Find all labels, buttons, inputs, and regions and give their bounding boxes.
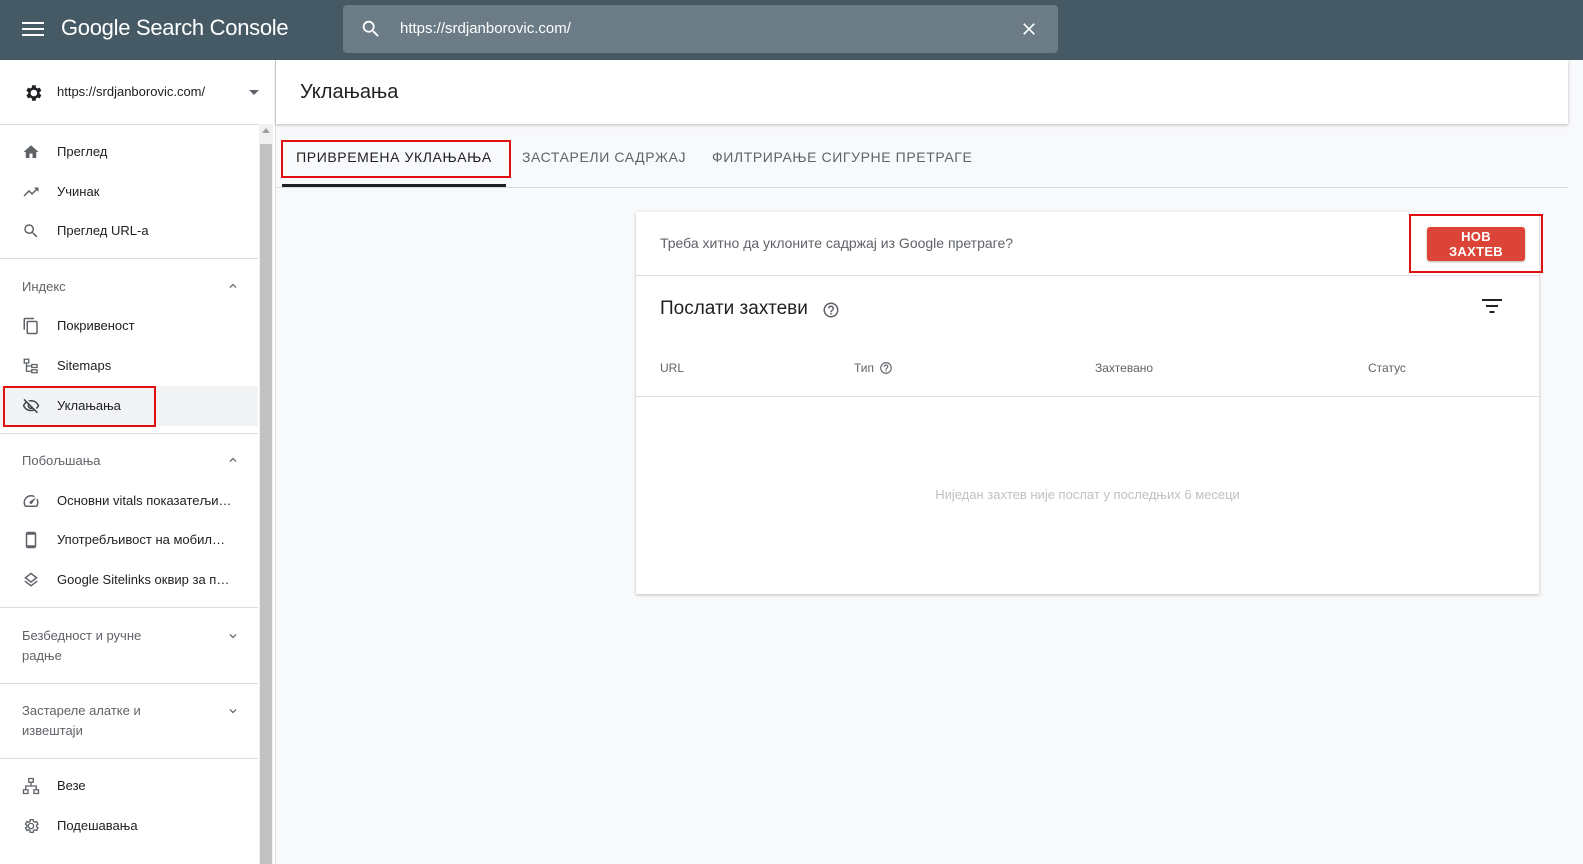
page-header: Уклањања xyxy=(276,60,1568,124)
tab-temporary-removals[interactable]: ПРИВРЕМЕНА УКЛАЊАЊА xyxy=(282,125,506,187)
layers-icon xyxy=(24,572,38,587)
chevron-up-icon xyxy=(229,283,237,288)
column-header-status[interactable]: Статус xyxy=(1368,361,1406,375)
sidebar-item-label: Употребљивост на мобилн… xyxy=(57,532,232,547)
section-legacy-tools[interactable]: Застареле алатке и извештаји xyxy=(0,701,258,741)
sidebar-item-overview[interactable]: Преглед xyxy=(0,132,258,172)
sidebar-item-label: Google Sitelinks оквир за п… xyxy=(57,572,230,587)
column-header-label: Тип xyxy=(854,361,875,375)
sidebar-item-removals[interactable]: Уклањања xyxy=(0,386,258,426)
new-request-button[interactable]: НОВ ЗАХТЕВ xyxy=(1427,227,1525,261)
speed-icon xyxy=(23,495,39,507)
submitted-requests-title: Послати захтеви xyxy=(660,298,808,319)
sidebar-item-label: Подешавања xyxy=(57,818,138,833)
copy-icon xyxy=(23,317,38,335)
sidebar-item-settings[interactable]: Подешавања xyxy=(0,806,258,846)
trending-up-icon xyxy=(23,187,39,197)
app-logo[interactable]: Google Search Console xyxy=(61,15,289,41)
help-icon[interactable] xyxy=(822,301,840,319)
section-enhancements[interactable]: Побољшања xyxy=(0,451,258,471)
column-header-url[interactable]: URL xyxy=(660,361,684,375)
close-icon[interactable] xyxy=(1019,19,1039,39)
column-header-type[interactable]: Тип xyxy=(854,361,893,375)
caret-down-icon xyxy=(249,90,259,95)
eye-off-icon xyxy=(22,398,40,414)
help-icon[interactable] xyxy=(879,361,893,375)
empty-state-message: Ниједан захтев није послат у последњих 6… xyxy=(935,487,1240,502)
property-gear-icon xyxy=(26,85,42,101)
search-icon xyxy=(24,224,38,238)
section-security[interactable]: Безбедност и ручне радње xyxy=(0,626,258,666)
sidebar: https://srdjanborovic.com/ Преглед Учина… xyxy=(0,60,276,864)
chevron-up-icon xyxy=(229,457,237,462)
sidebar-scrollbar[interactable] xyxy=(259,124,273,864)
scroll-up-arrow-icon[interactable] xyxy=(262,128,270,133)
tab-safesearch-filtering[interactable]: ФИЛТРИРАЊЕ СИГУРНЕ ПРЕТРАГЕ xyxy=(712,125,972,187)
sidebar-item-sitemaps[interactable]: Sitemaps xyxy=(0,346,258,386)
tab-active-indicator xyxy=(282,184,506,187)
sitemap-icon xyxy=(23,358,38,374)
sidebar-item-label: Уклањања xyxy=(57,398,121,413)
urgent-removal-prompt: Треба хитно да уклоните садржај из Googl… xyxy=(660,235,1014,251)
sidebar-item-coverage[interactable]: Покривеност xyxy=(0,306,258,346)
sidebar-divider xyxy=(0,607,258,608)
settings-icon xyxy=(24,818,39,834)
tab-bar: ПРИВРЕМЕНА УКЛАЊАЊА ЗАСТАРЕЛИ САДРЖАЈ ФИ… xyxy=(276,125,1568,188)
sidebar-item-label: Покривеност xyxy=(57,318,135,333)
links-icon xyxy=(22,777,40,795)
sidebar-item-links[interactable]: Везе xyxy=(0,766,258,806)
sidebar-item-label: Основни vitals показатељи… xyxy=(57,493,232,508)
section-label: Безбедност и ручне радње xyxy=(22,628,142,663)
tab-label: ПРИВРЕМЕНА УКЛАЊАЊА xyxy=(296,149,492,165)
sidebar-item-core-vitals[interactable]: Основни vitals показатељи… xyxy=(0,481,258,521)
sidebar-divider xyxy=(0,758,258,759)
menu-icon[interactable] xyxy=(22,18,44,42)
sidebar-divider xyxy=(0,683,258,684)
sidebar-item-mobile-usability[interactable]: Употребљивост на мобилн… xyxy=(0,520,258,560)
sidebar-divider xyxy=(0,433,258,434)
sidebar-item-label: Sitemaps xyxy=(57,358,112,373)
sidebar-item-sitelinks[interactable]: Google Sitelinks оквир за п… xyxy=(0,560,258,600)
sidebar-item-url-inspection[interactable]: Преглед URL-a xyxy=(0,211,258,251)
removals-card: Треба хитно да уклоните садржај из Googl… xyxy=(636,212,1539,594)
url-inspection-search[interactable]: https://srdjanborovic.com/ xyxy=(343,5,1058,53)
column-header-requested[interactable]: Захтевано xyxy=(1095,361,1153,375)
tab-outdated-content[interactable]: ЗАСТАРЕЛИ САДРЖАЈ xyxy=(522,125,686,187)
section-label: Побољшања xyxy=(22,453,101,468)
top-bar: Google Search Console https://srdjanboro… xyxy=(0,0,1583,60)
scrollbar-thumb[interactable] xyxy=(260,144,272,864)
sidebar-item-label: Везе xyxy=(57,778,86,793)
section-label: Индекс xyxy=(22,279,66,294)
page-title: Уклањања xyxy=(300,81,399,103)
sidebar-item-label: Преглед URL-a xyxy=(57,223,149,238)
section-label: Застареле алатке и извештаји xyxy=(22,703,141,738)
filter-icon[interactable] xyxy=(1482,298,1502,314)
tab-label: ЗАСТАРЕЛИ САДРЖАЈ xyxy=(522,149,687,165)
section-index[interactable]: Индекс xyxy=(0,277,258,297)
table-header-divider xyxy=(636,396,1539,397)
mobile-icon xyxy=(25,531,37,549)
sidebar-item-performance[interactable]: Учинак xyxy=(0,172,258,212)
sidebar-divider xyxy=(0,258,258,259)
sidebar-item-label: Преглед xyxy=(57,144,108,159)
search-icon xyxy=(362,20,379,37)
home-icon xyxy=(23,145,39,158)
new-request-row: Треба хитно да уклоните садржај из Googl… xyxy=(636,212,1539,276)
chevron-down-icon xyxy=(229,634,237,639)
property-url: https://srdjanborovic.com/ xyxy=(57,84,206,99)
property-selector[interactable]: https://srdjanborovic.com/ xyxy=(0,60,260,125)
tab-label: ФИЛТРИРАЊЕ СИГУРНЕ ПРЕТРАГЕ xyxy=(712,149,973,165)
chevron-down-icon xyxy=(229,709,237,714)
search-input[interactable]: https://srdjanborovic.com/ xyxy=(400,20,571,37)
sidebar-item-label: Учинак xyxy=(57,184,100,199)
